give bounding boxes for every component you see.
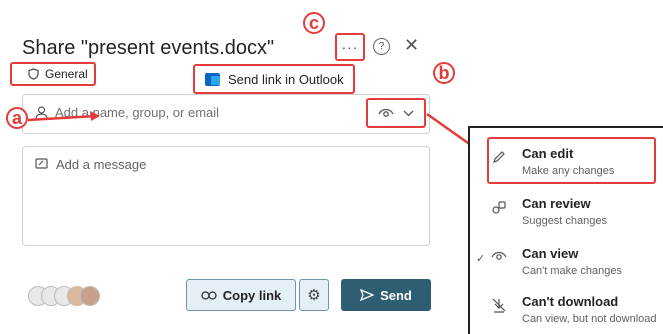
more-options-button[interactable]: ···	[335, 33, 365, 61]
eye-icon	[378, 108, 394, 117]
avatar	[80, 286, 100, 306]
callout-b: b	[433, 62, 455, 84]
gear-icon: ⚙	[307, 287, 321, 304]
help-button[interactable]: ?	[373, 38, 390, 55]
checkmark-icon: ✓	[476, 253, 486, 265]
link-settings-button[interactable]: ⚙	[299, 279, 329, 311]
menu-item-title: Can't download	[522, 294, 619, 309]
menu-item-title: Can review	[522, 196, 591, 211]
dialog-title: Share "present events.docx"	[22, 37, 275, 59]
permission-dropdown[interactable]	[366, 98, 426, 128]
send-label: Send	[380, 287, 412, 303]
menu-item-subtitle: Can view, but not download	[522, 313, 657, 325]
menu-item-subtitle: Suggest changes	[522, 215, 608, 227]
send-link-in-outlook-button[interactable]: Send link in Outlook	[193, 64, 355, 94]
menu-item-subtitle: Can't make changes	[522, 265, 622, 277]
outlook-icon	[205, 72, 220, 86]
sensitivity-label: General	[45, 67, 88, 81]
person-icon	[35, 106, 48, 120]
no-download-icon	[492, 298, 506, 313]
eye-icon	[491, 251, 507, 260]
chevron-down-icon	[403, 110, 414, 116]
shared-with-avatars[interactable]	[28, 286, 102, 306]
sensitivity-badge[interactable]: General	[10, 62, 96, 86]
close-button[interactable]: ✕	[404, 35, 419, 56]
review-icon	[492, 201, 506, 214]
send-button[interactable]: Send	[341, 279, 431, 311]
menu-item-title: Can view	[522, 246, 579, 261]
callout-a: a	[6, 107, 28, 129]
message-icon	[35, 158, 48, 169]
message-placeholder[interactable]: Add a message	[56, 157, 146, 172]
can-edit-highlight	[487, 137, 656, 184]
send-icon	[360, 289, 375, 301]
outlook-label: Send link in Outlook	[228, 71, 344, 87]
copy-link-label: Copy link	[222, 287, 282, 303]
callout-c: c	[303, 12, 325, 34]
copy-link-button[interactable]: Copy link	[186, 279, 296, 311]
add-name-input[interactable]: Add a name, group, or email	[55, 105, 219, 120]
shield-icon	[28, 68, 39, 80]
link-icon	[201, 290, 217, 300]
